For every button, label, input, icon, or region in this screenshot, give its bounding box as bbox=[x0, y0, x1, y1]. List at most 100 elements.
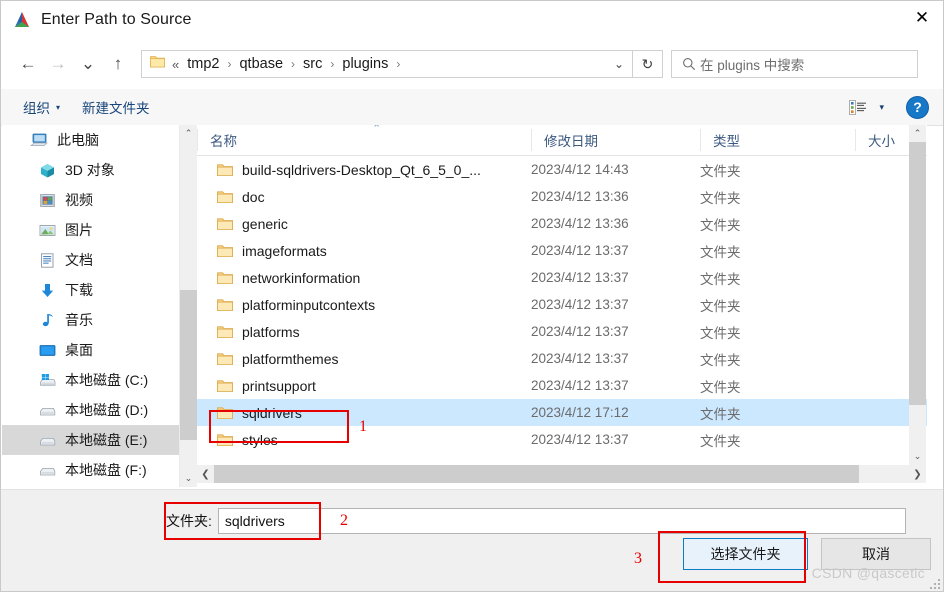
scroll-down-button[interactable]: ⌄ bbox=[909, 448, 926, 465]
sidebar-item-drive-c[interactable]: 本地磁盘 (C:) bbox=[2, 365, 179, 395]
organize-label: 组织 bbox=[23, 101, 50, 116]
sidebar-item-label: 桌面 bbox=[65, 342, 93, 358]
file-date-cell: 2023/4/12 13:37 bbox=[531, 432, 629, 447]
sidebar-item-documents[interactable]: 文档 bbox=[2, 245, 179, 275]
back-button[interactable]: ← bbox=[13, 49, 43, 79]
file-date-cell: 2023/4/12 13:37 bbox=[531, 243, 629, 258]
scroll-right-button[interactable]: ❯ bbox=[909, 465, 926, 483]
file-date-cell: 2023/4/12 17:12 bbox=[531, 405, 629, 420]
file-name-cell: networkinformation bbox=[197, 270, 531, 286]
refresh-button[interactable]: ↻ bbox=[633, 50, 663, 78]
watermark: CSDN @qascetic bbox=[811, 565, 925, 581]
sidebar-item-drive-e[interactable]: 本地磁盘 (E:) bbox=[2, 425, 179, 455]
view-mode-icon[interactable] bbox=[849, 99, 867, 115]
folder-icon bbox=[217, 325, 233, 339]
close-icon[interactable]: ✕ bbox=[899, 1, 943, 35]
column-header-type[interactable]: 类型 bbox=[700, 129, 855, 151]
file-name-cell: platforms bbox=[197, 324, 531, 340]
file-name-label: printsupport bbox=[242, 377, 316, 394]
search-box[interactable]: 在 plugins 中搜索 bbox=[671, 50, 918, 78]
file-type-cell: 文件夹 bbox=[700, 298, 741, 314]
table-row-selected[interactable]: sqldrivers 2023/4/12 17:12 文件夹 bbox=[197, 399, 927, 426]
table-row[interactable]: doc 2023/4/12 13:36 文件夹 bbox=[197, 183, 927, 210]
search-placeholder: 在 plugins 中搜索 bbox=[700, 58, 805, 73]
sidebar-item-desktop[interactable]: 桌面 bbox=[2, 335, 179, 365]
breadcrumb-item-tmp2[interactable]: tmp2 bbox=[185, 55, 221, 73]
sidebar-item-label: 本地磁盘 (E:) bbox=[65, 432, 148, 448]
sidebar-item-downloads[interactable]: 下载 bbox=[2, 275, 179, 305]
annotation-number-2: 2 bbox=[340, 512, 348, 529]
sidebar-scroll-up-button[interactable]: ⌃ bbox=[180, 125, 197, 142]
file-type-cell: 文件夹 bbox=[700, 190, 741, 206]
up-button[interactable]: ↑ bbox=[103, 49, 133, 79]
sidebar-item-3d-objects[interactable]: 3D 对象 bbox=[2, 155, 179, 185]
resize-grip[interactable] bbox=[930, 579, 942, 591]
folder-icon bbox=[217, 271, 233, 285]
breadcrumb-overflow-icon[interactable]: « bbox=[172, 57, 179, 72]
sidebar-item-label: 下载 bbox=[65, 282, 93, 298]
breadcrumb-item-qtbase[interactable]: qtbase bbox=[237, 55, 285, 73]
sidebar-item-music[interactable]: 音乐 bbox=[2, 305, 179, 335]
table-row[interactable]: generic 2023/4/12 13:36 文件夹 bbox=[197, 210, 927, 237]
sidebar-item-videos[interactable]: 视频 bbox=[2, 185, 179, 215]
sidebar-scrollbar[interactable]: ⌃ ⌄ bbox=[179, 125, 197, 487]
sidebar-item-label: 图片 bbox=[65, 222, 93, 238]
table-row[interactable]: networkinformation 2023/4/12 13:37 文件夹 bbox=[197, 264, 927, 291]
sidebar-scroll-down-button[interactable]: ⌄ bbox=[180, 470, 197, 487]
table-row[interactable]: styles 2023/4/12 13:37 文件夹 bbox=[197, 426, 927, 453]
sidebar-item-label: 视频 bbox=[65, 192, 93, 208]
dialog-footer: 文件夹: sqldrivers 选择文件夹 取消 CSDN @qascetic bbox=[1, 489, 943, 591]
table-row[interactable]: platformthemes 2023/4/12 13:37 文件夹 bbox=[197, 345, 927, 372]
file-date-cell: 2023/4/12 13:36 bbox=[531, 189, 629, 204]
documents-icon bbox=[38, 252, 57, 269]
file-date-cell: 2023/4/12 13:36 bbox=[531, 216, 629, 231]
annotation-number-3: 3 bbox=[634, 550, 642, 567]
file-list-horizontal-scrollbar[interactable]: ❮ ❯ bbox=[197, 465, 926, 483]
new-folder-button[interactable]: 新建文件夹 bbox=[82, 97, 150, 117]
scroll-left-button[interactable]: ❮ bbox=[197, 465, 214, 483]
videos-icon bbox=[38, 192, 57, 209]
help-button[interactable]: ? bbox=[906, 95, 929, 119]
file-type-cell: 文件夹 bbox=[700, 325, 741, 341]
breadcrumb-item-src[interactable]: src bbox=[301, 55, 324, 73]
file-list-vertical-scrollbar[interactable]: ⌃ ⌄ bbox=[909, 125, 926, 465]
table-row[interactable]: platforms 2023/4/12 13:37 文件夹 bbox=[197, 318, 927, 345]
sidebar-item-this-pc[interactable]: 此电脑 bbox=[2, 125, 179, 155]
select-folder-button[interactable]: 选择文件夹 bbox=[683, 538, 808, 570]
chevron-down-icon: ▾ bbox=[56, 102, 61, 112]
scroll-up-button[interactable]: ⌃ bbox=[909, 125, 926, 142]
view-dropdown-icon[interactable]: ▾ bbox=[879, 102, 884, 113]
forward-button[interactable]: → bbox=[43, 49, 73, 79]
folder-name-input[interactable]: sqldrivers bbox=[217, 508, 906, 534]
navigation-sidebar[interactable]: 此电脑 3D 对象 视频 图片 文档 下载 音乐 桌面 本地磁盘 (C:) 本地… bbox=[2, 125, 179, 487]
column-header-date[interactable]: 修改日期 bbox=[531, 129, 700, 151]
file-type-cell: 文件夹 bbox=[700, 244, 741, 260]
file-type-cell: 文件夹 bbox=[700, 163, 741, 179]
breadcrumb-item-plugins[interactable]: plugins bbox=[340, 55, 390, 73]
table-row[interactable]: build-sqldrivers-Desktop_Qt_6_5_0_... 20… bbox=[197, 156, 927, 183]
table-row[interactable]: imageformats 2023/4/12 13:37 文件夹 bbox=[197, 237, 927, 264]
sidebar-item-pictures[interactable]: 图片 bbox=[2, 215, 179, 245]
folder-icon bbox=[217, 244, 233, 258]
table-row[interactable]: platforminputcontexts 2023/4/12 13:37 文件… bbox=[197, 291, 927, 318]
organize-button[interactable]: 组织 ▾ bbox=[23, 97, 60, 117]
drive-icon bbox=[38, 462, 57, 479]
folder-icon bbox=[217, 163, 233, 177]
sidebar-item-drive-d[interactable]: 本地磁盘 (D:) bbox=[2, 395, 179, 425]
folder-icon bbox=[217, 379, 233, 393]
file-type-cell: 文件夹 bbox=[700, 271, 741, 287]
recent-locations-button[interactable]: ⌄ bbox=[73, 49, 103, 79]
breadcrumb[interactable]: « tmp2 › qtbase › src › plugins › ⌄ bbox=[141, 50, 633, 78]
qt-creator-icon bbox=[11, 9, 33, 31]
breadcrumb-dropdown-icon[interactable]: ⌄ bbox=[614, 57, 624, 71]
scroll-thumb[interactable] bbox=[909, 142, 926, 405]
table-row[interactable]: printsupport 2023/4/12 13:37 文件夹 bbox=[197, 372, 927, 399]
sidebar-item-drive-f[interactable]: 本地磁盘 (F:) bbox=[2, 455, 179, 485]
file-list[interactable]: ⌃ 名称 修改日期 类型 大小 build-sqldrivers-Desktop… bbox=[197, 125, 927, 465]
sidebar-scroll-thumb[interactable] bbox=[180, 290, 197, 440]
hscroll-thumb[interactable] bbox=[214, 465, 859, 483]
navigation-bar: ← → ⌄ ↑ « tmp2 › qtbase › src › plugins … bbox=[1, 39, 943, 89]
column-header-name[interactable]: 名称 bbox=[197, 129, 531, 151]
file-name-label: sqldrivers bbox=[242, 404, 302, 421]
3d-objects-icon bbox=[38, 162, 57, 179]
